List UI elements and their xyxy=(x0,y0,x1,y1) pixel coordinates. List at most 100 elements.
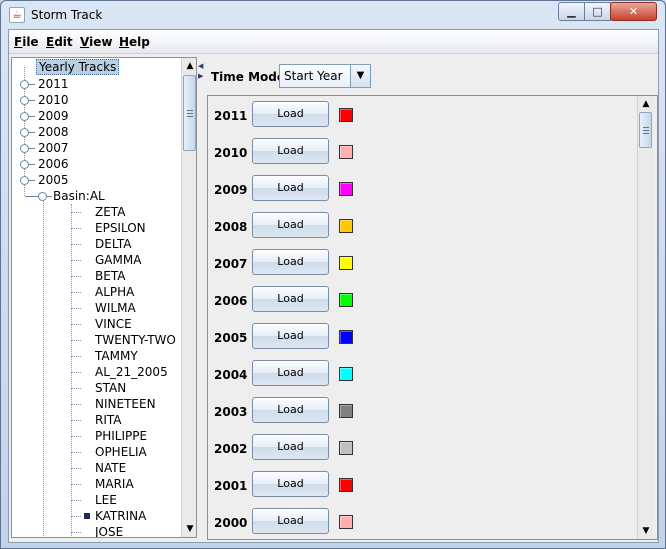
menu-help[interactable]: Help xyxy=(119,35,150,49)
menu-edit[interactable]: Edit xyxy=(46,35,73,49)
year-row: 2004 Load xyxy=(208,357,638,394)
tree-root[interactable]: Yearly Tracks xyxy=(36,59,120,75)
expand-right-arrow-icon[interactable]: ▶ xyxy=(198,73,203,80)
year-list-scroll-thumb[interactable] xyxy=(639,112,652,148)
load-button[interactable]: Load xyxy=(252,286,329,312)
track-color-swatch[interactable] xyxy=(339,108,353,122)
tree-item-year[interactable]: 2008 xyxy=(12,124,181,140)
tree-item-storm[interactable]: PHILIPPE xyxy=(12,428,181,444)
load-button[interactable]: Load xyxy=(252,212,329,238)
year-list-vertical-scrollbar[interactable]: ▲ ▼ xyxy=(637,96,653,539)
track-color-swatch[interactable] xyxy=(339,182,353,196)
track-color-swatch[interactable] xyxy=(339,256,353,270)
tree-scroll-thumb[interactable] xyxy=(183,75,196,151)
year-label: 2005 xyxy=(214,331,248,345)
track-color-swatch[interactable] xyxy=(339,404,353,418)
year-label: 2008 xyxy=(214,220,248,234)
tree-item-storm[interactable]: EPSILON xyxy=(12,220,181,236)
menu-bar: File Edit View Help xyxy=(9,30,658,54)
tree-expand-handle-icon[interactable] xyxy=(20,80,29,89)
dropdown-arrow-icon[interactable]: ▼ xyxy=(350,65,370,87)
tree-item-storm[interactable]: BETA xyxy=(12,268,181,284)
track-color-swatch[interactable] xyxy=(339,478,353,492)
tree-item-storm[interactable]: RITA xyxy=(12,412,181,428)
tree-item-storm[interactable]: TWENTY-TWO xyxy=(12,332,181,348)
scroll-down-arrow-icon[interactable]: ▼ xyxy=(182,521,196,537)
tree-branch-line xyxy=(71,516,81,517)
collapse-left-arrow-icon[interactable]: ◀ xyxy=(198,63,203,70)
tree-item-storm[interactable]: TAMMY xyxy=(12,348,181,364)
tree-item-storm[interactable]: NINETEEN xyxy=(12,396,181,412)
tree-item-storm[interactable]: MARIA xyxy=(12,476,181,492)
menu-file[interactable]: File xyxy=(14,35,39,49)
tree-item-storm[interactable]: NATE xyxy=(12,460,181,476)
tree-item-year-label: 2010 xyxy=(38,93,69,107)
tree-item-storm[interactable]: ALPHA xyxy=(12,284,181,300)
time-mode-select[interactable]: Start Year ▼ xyxy=(279,64,371,88)
track-color-swatch[interactable] xyxy=(339,145,353,159)
year-row: 2006 Load xyxy=(208,283,638,320)
tree-item-storm[interactable]: ZETA xyxy=(12,204,181,220)
tree-expand-handle-icon[interactable] xyxy=(20,112,29,121)
load-button[interactable]: Load xyxy=(252,397,329,423)
tree-item-storm[interactable]: WILMA xyxy=(12,300,181,316)
tree-branch-line xyxy=(71,244,81,245)
tree-expand-handle-icon[interactable] xyxy=(20,144,29,153)
load-button[interactable]: Load xyxy=(252,471,329,497)
load-button[interactable]: Load xyxy=(252,323,329,349)
load-button[interactable]: Load xyxy=(252,101,329,127)
tree-expand-handle-icon[interactable] xyxy=(20,96,29,105)
tree-branch-line xyxy=(29,84,35,85)
tree-item-storm[interactable]: OPHELIA xyxy=(12,444,181,460)
scroll-down-arrow-icon[interactable]: ▼ xyxy=(638,523,654,539)
tree-item-year[interactable]: 2007 xyxy=(12,140,181,156)
title-bar[interactable]: ☕ Storm Track ▁ □ ✕ xyxy=(1,1,665,29)
tree-item-storm[interactable]: AL_21_2005 xyxy=(12,364,181,380)
track-color-swatch[interactable] xyxy=(339,330,353,344)
year-row: 2007 Load xyxy=(208,246,638,283)
load-button[interactable]: Load xyxy=(252,175,329,201)
scroll-up-arrow-icon[interactable]: ▲ xyxy=(182,58,196,74)
menu-edit-label: dit xyxy=(54,35,73,49)
tree-item-storm[interactable]: JOSE xyxy=(12,524,181,537)
year-label: 2011 xyxy=(214,109,248,123)
tree-branch-line xyxy=(71,388,81,389)
load-button[interactable]: Load xyxy=(252,138,329,164)
minimize-button[interactable]: ▁ xyxy=(558,2,585,21)
split-pane-divider[interactable]: ◀ ▶ xyxy=(197,57,205,538)
track-color-swatch[interactable] xyxy=(339,515,353,529)
tree-item-storm-label: RITA xyxy=(95,413,122,427)
load-button[interactable]: Load xyxy=(252,434,329,460)
tree-branch-line xyxy=(71,228,81,229)
tree-item-storm-label: OPHELIA xyxy=(95,445,147,459)
tree-item-year[interactable]: 2011 xyxy=(12,76,181,92)
tree-item-storm[interactable]: KATRINA xyxy=(12,508,181,524)
tree-item-year[interactable]: 2009 xyxy=(12,108,181,124)
tree-item-storm[interactable]: GAMMA xyxy=(12,252,181,268)
tree-vertical-scrollbar[interactable]: ▲ ▼ xyxy=(181,58,196,537)
tree-expand-handle-icon[interactable] xyxy=(20,128,29,137)
tree-item-storm[interactable]: VINCE xyxy=(12,316,181,332)
track-color-swatch[interactable] xyxy=(339,367,353,381)
close-button[interactable]: ✕ xyxy=(610,2,657,21)
tree-item-basin[interactable]: Basin:AL xyxy=(12,188,181,204)
tracks-tree[interactable]: Yearly Tracks 2011 2010 2009 2008 2007 2006 20… xyxy=(12,58,181,537)
scroll-up-arrow-icon[interactable]: ▲ xyxy=(638,96,654,112)
tree-item-year[interactable]: 2006 xyxy=(12,156,181,172)
load-button[interactable]: Load xyxy=(252,360,329,386)
track-color-swatch[interactable] xyxy=(339,219,353,233)
tree-item-storm[interactable]: LEE xyxy=(12,492,181,508)
load-button[interactable]: Load xyxy=(252,508,329,534)
load-button[interactable]: Load xyxy=(252,249,329,275)
menu-view[interactable]: View xyxy=(80,35,112,49)
tree-item-year[interactable]: 2005 xyxy=(12,172,181,188)
track-color-swatch[interactable] xyxy=(339,441,353,455)
tree-item-storm[interactable]: DELTA xyxy=(12,236,181,252)
maximize-button[interactable]: □ xyxy=(584,2,611,21)
track-color-swatch[interactable] xyxy=(339,293,353,307)
tree-item-storm[interactable]: STAN xyxy=(12,380,181,396)
tree-item-year[interactable]: 2010 xyxy=(12,92,181,108)
tree-branch-line xyxy=(29,100,35,101)
tree-branch-line xyxy=(71,500,81,501)
tree-expand-handle-icon[interactable] xyxy=(20,160,29,169)
